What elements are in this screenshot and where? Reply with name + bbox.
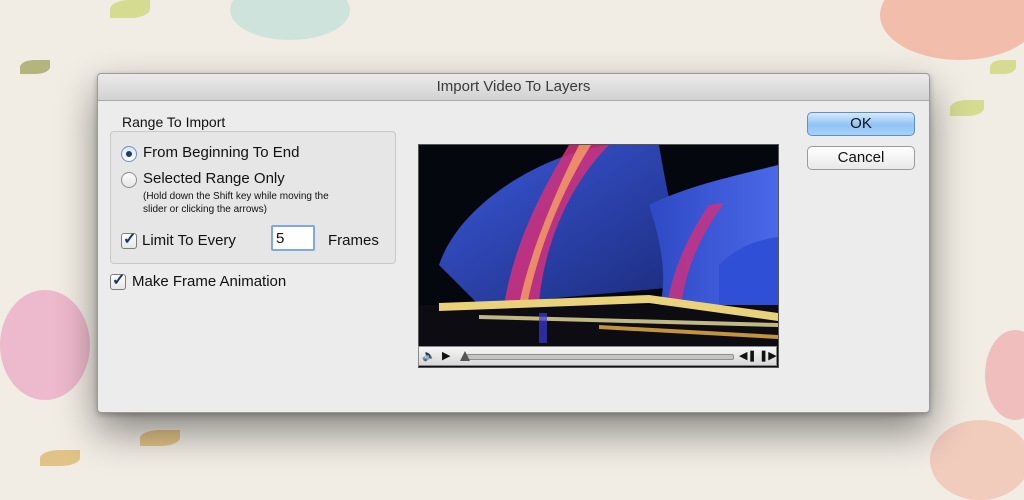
frames-input[interactable] bbox=[271, 225, 315, 251]
step-back-icon[interactable]: ◀❚ bbox=[739, 348, 757, 364]
selected-range-label[interactable]: Selected Range Only bbox=[143, 170, 285, 187]
checkmark-icon: ✓ bbox=[112, 272, 126, 289]
frames-label: Frames bbox=[328, 232, 379, 249]
radio-selected-dot bbox=[126, 151, 132, 157]
from-beginning-radio[interactable] bbox=[121, 146, 137, 162]
speaker-icon[interactable]: 🔈 bbox=[422, 348, 436, 364]
video-controls: 🔈 ▶ ◀❚ ❚▶ bbox=[418, 346, 777, 366]
video-preview bbox=[418, 144, 779, 368]
selected-range-radio[interactable] bbox=[121, 172, 137, 188]
import-video-dialog: Import Video To Layers Range To Import F… bbox=[97, 73, 930, 413]
play-icon[interactable]: ▶ bbox=[442, 348, 450, 364]
shift-key-hint-line2: slider or clicking the arrows) bbox=[143, 204, 267, 215]
step-forward-icon[interactable]: ❚▶ bbox=[759, 348, 777, 364]
make-animation-label[interactable]: Make Frame Animation bbox=[132, 273, 286, 290]
make-animation-checkbox[interactable]: ✓ bbox=[110, 272, 126, 290]
range-group: From Beginning To End Selected Range Onl… bbox=[110, 131, 396, 264]
ok-button[interactable]: OK bbox=[807, 112, 915, 136]
video-frame-image bbox=[419, 145, 778, 367]
limit-label[interactable]: Limit To Every bbox=[142, 232, 236, 249]
timeline-slider[interactable] bbox=[466, 354, 734, 360]
limit-checkbox[interactable]: ✓ bbox=[121, 231, 137, 249]
cancel-button[interactable]: Cancel bbox=[807, 146, 915, 170]
playhead-handle[interactable] bbox=[460, 351, 470, 361]
checkmark-icon: ✓ bbox=[123, 231, 137, 248]
shift-key-hint-line1: (Hold down the Shift key while moving th… bbox=[143, 191, 329, 202]
dialog-title: Import Video To Layers bbox=[98, 74, 929, 101]
range-group-label: Range To Import bbox=[122, 114, 226, 130]
from-beginning-label[interactable]: From Beginning To End bbox=[143, 144, 299, 161]
